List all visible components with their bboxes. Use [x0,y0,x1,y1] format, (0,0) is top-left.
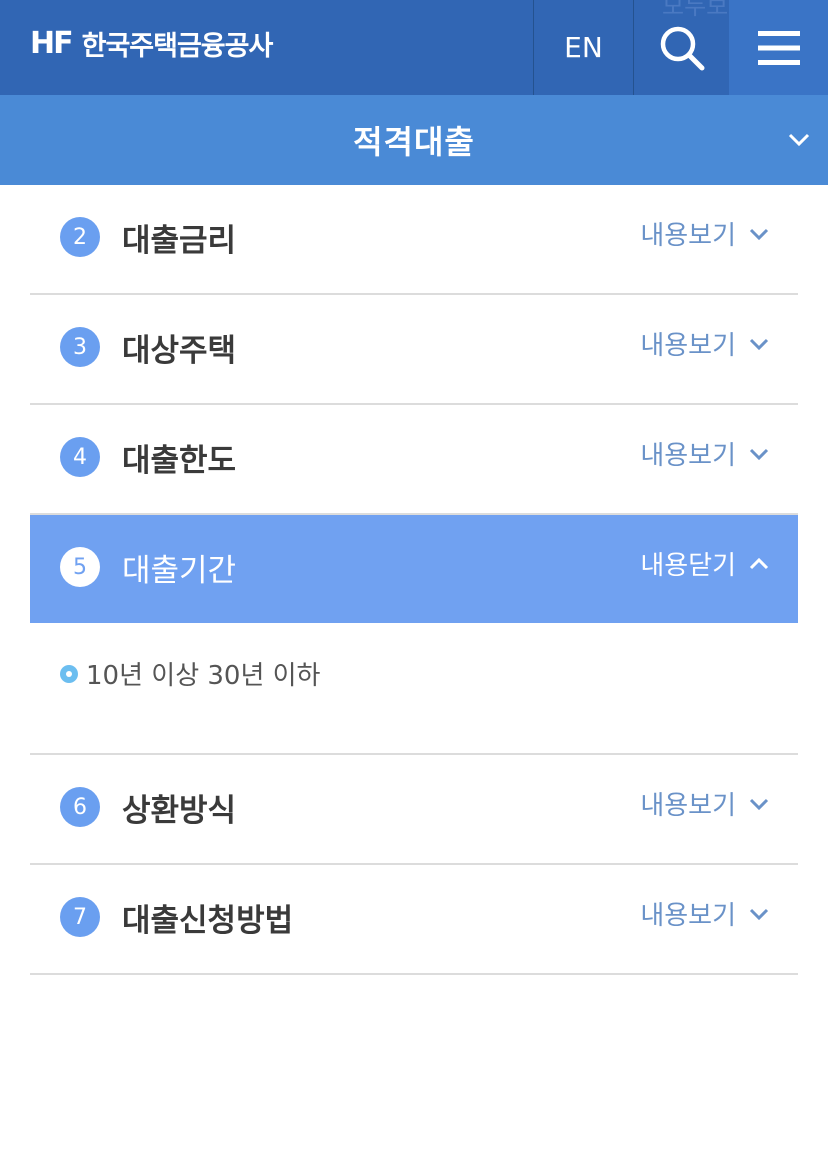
view-toggle[interactable]: 내용보기 [640,435,770,472]
toggle-label: 내용보기 [640,901,736,931]
item-number-badge: 4 [60,437,100,477]
item-title: 대출기간 [122,552,237,589]
top-header: 모두보 HF 한국주택금융공사 EN [0,0,828,95]
accordion-list: 2 대출금리 내용보기 3 대상주택 내용보기 4 대출한도 내용보기 5 대출… [30,185,798,975]
item-title: 상환방식 [122,792,237,829]
section-title: 적격대출 [353,123,475,161]
view-toggle[interactable]: 내용보기 [640,895,770,932]
chevron-down-icon [749,338,769,350]
menu-button[interactable] [729,0,828,95]
accordion-header[interactable]: 3 대상주택 내용보기 [30,295,798,403]
chevron-down-icon [788,133,810,147]
hamburger-menu-icon [757,30,800,65]
accordion-header[interactable]: 6 상환방식 내용보기 [30,755,798,863]
item-number-badge: 5 [60,547,100,587]
chevron-down-icon [749,908,769,920]
search-button[interactable] [633,0,729,95]
toggle-label: 내용보기 [640,791,736,821]
view-toggle[interactable]: 내용보기 [640,785,770,822]
item-title: 대출금리 [122,222,237,259]
accordion-item-open: 5 대출기간 내용닫기 10년 이상 30년 이하 [30,515,798,755]
section-dropdown[interactable]: 적격대출 [0,95,828,185]
accordion-content: 10년 이상 30년 이하 [30,623,798,753]
accordion-header[interactable]: 4 대출한도 내용보기 [30,405,798,513]
search-icon [660,26,704,70]
item-number-badge: 6 [60,787,100,827]
accordion-header[interactable]: 7 대출신청방법 내용보기 [30,865,798,973]
logo-mark: HF [30,25,74,61]
item-title: 대출한도 [122,442,237,479]
view-toggle[interactable]: 내용보기 [640,325,770,362]
accordion-item: 7 대출신청방법 내용보기 [30,865,798,975]
item-title: 대출신청방법 [122,902,294,939]
item-number-badge: 7 [60,897,100,937]
accordion-item: 3 대상주택 내용보기 [30,295,798,405]
language-button[interactable]: EN [533,0,633,95]
accordion-header[interactable]: 2 대출금리 내용보기 [30,185,798,293]
toggle-label: 내용보기 [640,441,736,471]
view-toggle[interactable]: 내용보기 [640,215,770,252]
item-title: 대상주택 [122,332,237,369]
chevron-up-icon [749,557,769,569]
item-number-badge: 2 [60,217,100,257]
accordion-item: 4 대출한도 내용보기 [30,405,798,515]
accordion-item: 2 대출금리 내용보기 [30,185,798,295]
toggle-label: 내용닫기 [640,551,736,581]
chevron-down-icon [749,448,769,460]
chevron-down-icon [749,798,769,810]
accordion-header[interactable]: 5 대출기간 내용닫기 [30,515,798,623]
chevron-down-icon [749,228,769,240]
toggle-label: 내용보기 [640,221,736,251]
content-line: 10년 이상 30년 이하 [60,655,320,692]
toggle-label: 내용보기 [640,331,736,361]
item-number-badge: 3 [60,327,100,367]
logo-text: 한국주택금융공사 [81,30,274,62]
site-logo[interactable]: HF 한국주택금융공사 [30,22,274,64]
close-toggle[interactable]: 내용닫기 [640,545,770,582]
language-label: EN [564,31,603,64]
content-text: 10년 이상 30년 이하 [86,661,321,691]
bullet-icon [60,664,78,683]
accordion-item: 6 상환방식 내용보기 [30,755,798,865]
